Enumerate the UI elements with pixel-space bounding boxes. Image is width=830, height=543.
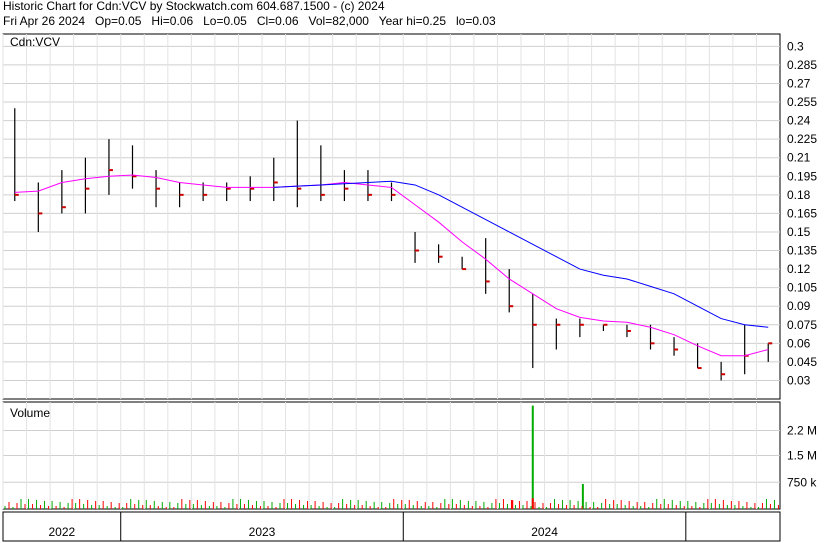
year-label: 2024 bbox=[531, 525, 558, 539]
volume-axis: 750 k 1.5 M 2.2 M bbox=[787, 424, 817, 490]
price-tick-label: 0.21 bbox=[787, 151, 811, 165]
price-tick-label: 0.105 bbox=[787, 281, 817, 295]
stock-chart: 0.03 0.045 0.06 0.075 0.09 0.105 0.12 0.135 0.15… bbox=[2, 33, 817, 542]
price-panel bbox=[2, 33, 781, 400]
price-tick-label: 0.3 bbox=[787, 39, 804, 53]
year-label: 2022 bbox=[49, 525, 76, 539]
price-tick-label: 0.195 bbox=[787, 169, 817, 183]
time-axis-panel bbox=[2, 511, 781, 542]
price-tick-label: 0.15 bbox=[787, 225, 811, 239]
price-tick-label: 0.09 bbox=[787, 299, 811, 313]
price-tick-label: 0.24 bbox=[787, 114, 811, 128]
price-tick-label: 0.03 bbox=[787, 373, 811, 387]
volume-panel-title: Volume bbox=[10, 406, 50, 420]
price-tick-label: 0.285 bbox=[787, 58, 817, 72]
price-tick-label: 0.27 bbox=[787, 76, 811, 90]
price-tick-label: 0.06 bbox=[787, 336, 811, 350]
price-tick-label: 0.255 bbox=[787, 95, 817, 109]
price-tick-label: 0.045 bbox=[787, 355, 817, 369]
price-tick-label: 0.135 bbox=[787, 244, 817, 258]
price-panel-title: Cdn:VCV bbox=[10, 35, 60, 49]
price-tick-label: 0.18 bbox=[787, 188, 811, 202]
price-tick-label: 0.12 bbox=[787, 262, 811, 276]
price-tick-label: 0.075 bbox=[787, 318, 817, 332]
year-label: 2023 bbox=[249, 525, 276, 539]
price-tick-label: 0.165 bbox=[787, 206, 817, 220]
price-axis: 0.03 0.045 0.06 0.075 0.09 0.105 0.12 0.135 0.15… bbox=[787, 39, 817, 387]
volume-tick-label: 1.5 M bbox=[787, 449, 817, 463]
volume-tick-label: 2.2 M bbox=[787, 424, 817, 438]
volume-tick-label: 750 k bbox=[787, 475, 817, 489]
price-tick-label: 0.225 bbox=[787, 132, 817, 146]
